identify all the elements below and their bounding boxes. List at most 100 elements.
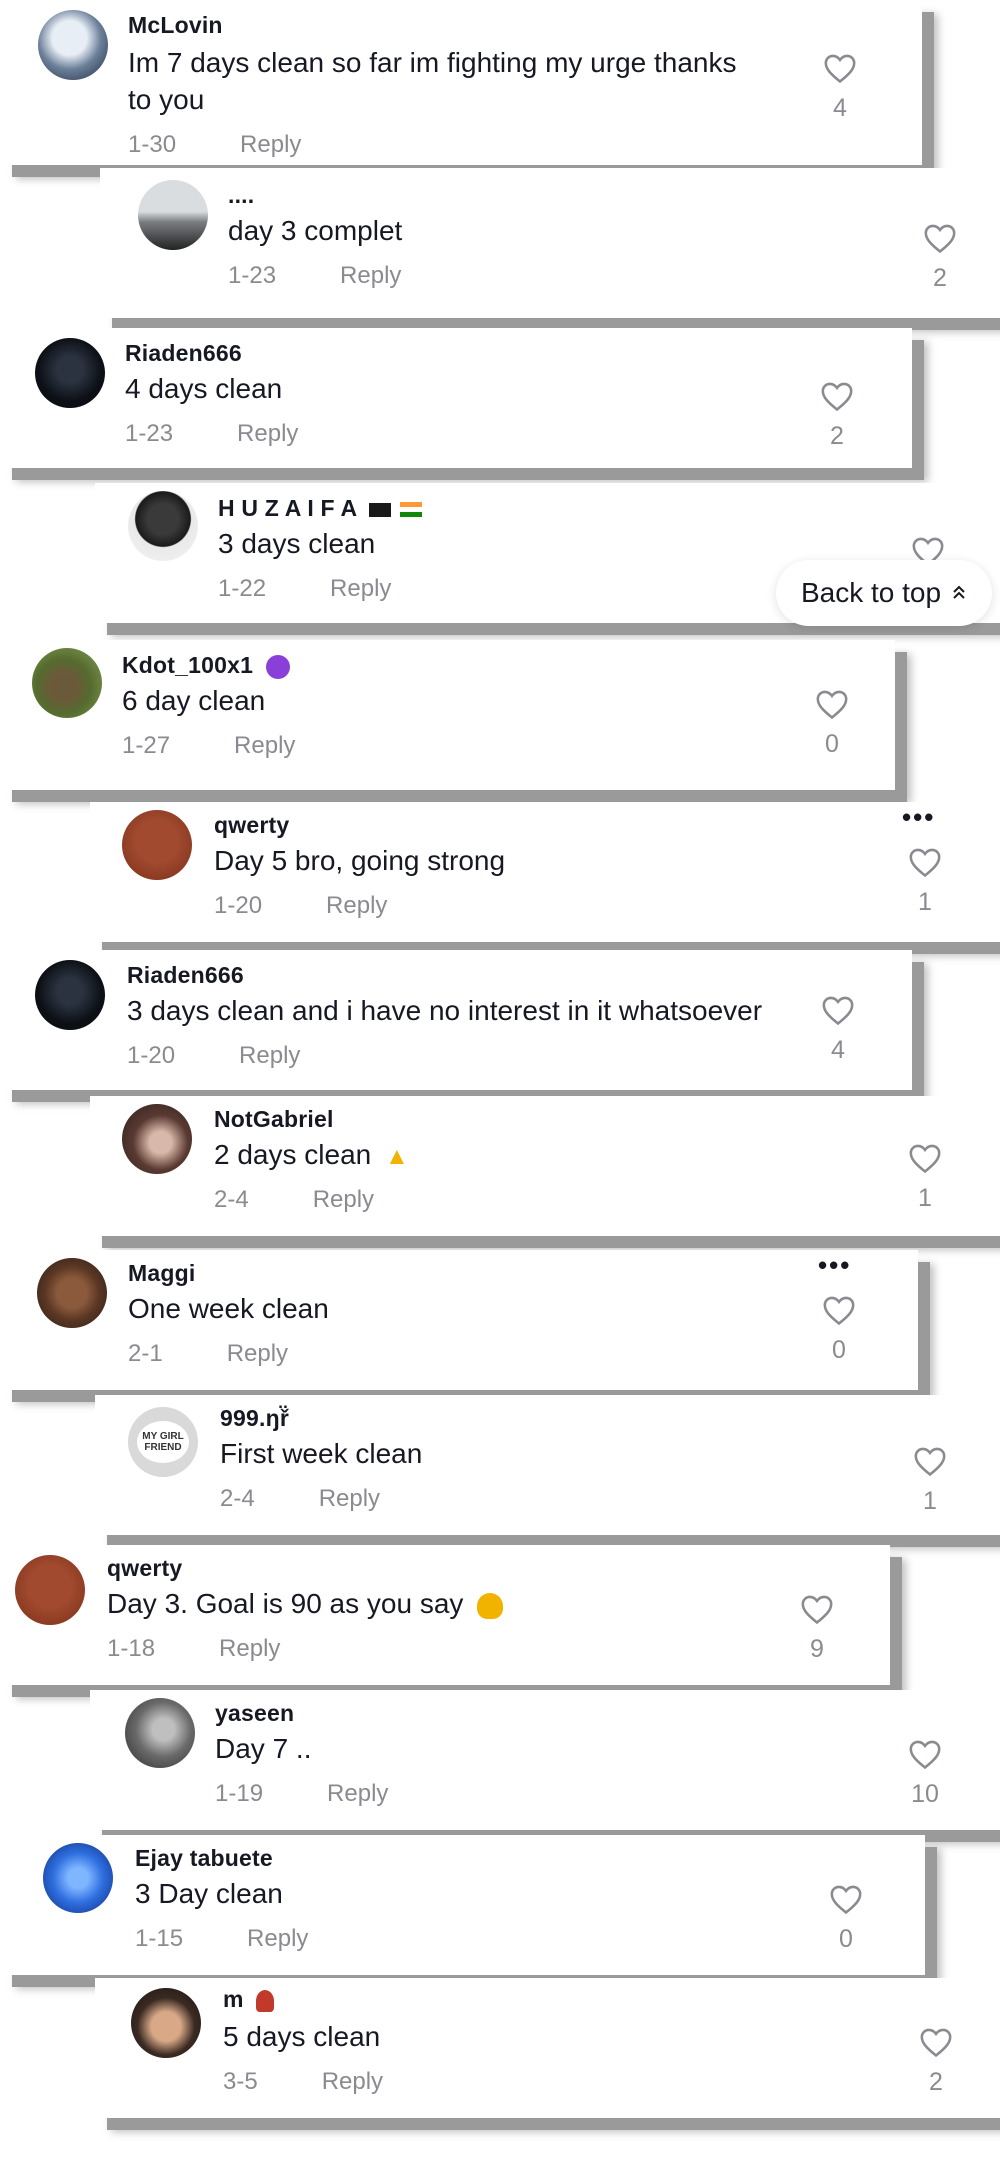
comment-username[interactable]: qwerty: [214, 812, 289, 839]
like-area[interactable]: 10: [902, 1738, 948, 1809]
like-area[interactable]: 9: [794, 1593, 840, 1664]
heart-icon[interactable]: [919, 2026, 953, 2058]
back-to-top-button[interactable]: Back to top: [776, 560, 992, 626]
comment-username[interactable]: Riaden666: [127, 962, 244, 989]
heart-icon[interactable]: [908, 846, 942, 878]
heart-icon[interactable]: [913, 1445, 947, 1477]
comment-meta: 1-20 Reply: [214, 892, 387, 920]
comment-text: Day 5 bro, going strong: [214, 845, 506, 876]
comment-username[interactable]: Ejay tabuete: [135, 1845, 273, 1872]
heart-icon[interactable]: [822, 1294, 856, 1326]
avatar[interactable]: [122, 810, 192, 880]
reply-button[interactable]: Reply: [239, 1042, 300, 1069]
more-options-icon[interactable]: •••: [818, 1250, 851, 1281]
thumbs-up-icon: ▲: [385, 1143, 409, 1171]
comment-date: 1-15: [135, 1925, 184, 1952]
like-area[interactable]: 0: [823, 1883, 869, 1954]
avatar[interactable]: [15, 1555, 85, 1625]
reply-button[interactable]: Reply: [247, 1925, 308, 1952]
like-area[interactable]: 1: [902, 846, 948, 917]
like-count: 0: [839, 1925, 853, 1953]
comment-username[interactable]: Kdot_100x1: [122, 652, 290, 679]
more-options-icon[interactable]: •••: [902, 802, 935, 833]
avatar[interactable]: [131, 1988, 201, 2058]
comment-username[interactable]: ....: [228, 182, 254, 209]
comment-meta: 1-23 Reply: [228, 262, 401, 290]
comment-username[interactable]: Riaden666: [125, 340, 242, 367]
reply-button[interactable]: Reply: [322, 2068, 383, 2095]
avatar[interactable]: [138, 180, 208, 250]
reply-button[interactable]: Reply: [234, 732, 295, 759]
back-to-top-label: Back to top: [800, 577, 942, 608]
reply-button[interactable]: Reply: [326, 892, 387, 919]
avatar[interactable]: MY GIRL FRIEND: [128, 1407, 198, 1477]
reply-button[interactable]: Reply: [237, 420, 298, 447]
comment-username[interactable]: NotGabriel: [214, 1106, 334, 1133]
comment-meta: 1-22 Reply: [218, 575, 391, 603]
double-chevron-up-icon: [953, 585, 965, 599]
comment-date: 1-19: [215, 1780, 264, 1807]
reply-button[interactable]: Reply: [227, 1340, 288, 1367]
like-area[interactable]: 4: [815, 994, 861, 1065]
comment-text-content: Day 3. Goal is 90 as you say: [107, 1588, 464, 1619]
flag-black-icon: [369, 502, 392, 517]
comment-date: 1-22: [218, 575, 267, 602]
heart-icon[interactable]: [821, 994, 855, 1026]
comment-date: 1-30: [128, 131, 177, 158]
username-text: H U Z A I F A: [218, 495, 357, 521]
like-area[interactable]: 2: [913, 2026, 959, 2097]
comment-username[interactable]: m: [223, 1986, 275, 2013]
avatar[interactable]: [125, 1698, 195, 1768]
comment-card: m 5 days clean 3-5 Reply 2: [95, 1978, 1000, 2118]
comment-username[interactable]: McLovin: [128, 12, 223, 39]
heart-icon[interactable]: [923, 222, 957, 254]
like-area[interactable]: 2: [814, 380, 860, 451]
comment-date: 2-4: [214, 1186, 249, 1213]
comment-date: 1-27: [122, 732, 171, 759]
like-area[interactable]: 0: [809, 688, 855, 759]
reply-button[interactable]: Reply: [240, 131, 301, 158]
heart-icon[interactable]: [815, 688, 849, 720]
like-count: 2: [929, 2068, 943, 2096]
reply-button[interactable]: Reply: [313, 1186, 374, 1213]
reply-button[interactable]: Reply: [319, 1485, 380, 1512]
comment-card: Riaden666 3 days clean and i have no int…: [0, 950, 912, 1090]
like-area[interactable]: 1: [902, 1142, 948, 1213]
like-area[interactable]: 0: [816, 1294, 862, 1365]
like-count: 1: [918, 888, 932, 916]
like-count: 10: [911, 1780, 939, 1808]
heart-icon[interactable]: [908, 1738, 942, 1770]
heart-icon[interactable]: [823, 52, 857, 84]
comment-username[interactable]: Maggi: [128, 1260, 195, 1287]
avatar[interactable]: [128, 491, 198, 561]
avatar[interactable]: [35, 960, 105, 1030]
avatar[interactable]: [38, 10, 108, 80]
reply-button[interactable]: Reply: [330, 575, 391, 602]
like-area[interactable]: 2: [917, 222, 963, 293]
like-area[interactable]: 4: [817, 52, 863, 123]
comment-card: yaseen Day 7 .. 1-19 Reply 10: [90, 1690, 1000, 1830]
like-count: 0: [825, 730, 839, 758]
avatar[interactable]: [32, 648, 102, 718]
comment-text: 3 days clean: [218, 528, 376, 559]
reply-button[interactable]: Reply: [219, 1635, 280, 1662]
heart-icon[interactable]: [908, 1142, 942, 1174]
comment-username[interactable]: qwerty: [107, 1555, 182, 1582]
avatar[interactable]: [43, 1843, 113, 1913]
comment-username[interactable]: 999.ŋř̈: [220, 1405, 289, 1432]
avatar[interactable]: [122, 1104, 192, 1174]
reply-button[interactable]: Reply: [327, 1780, 388, 1807]
comment-meta: 1-23 Reply: [125, 420, 298, 448]
reply-button[interactable]: Reply: [340, 262, 401, 289]
comment-meta: 3-5 Reply: [223, 2068, 383, 2096]
comment-username[interactable]: yaseen: [215, 1700, 294, 1727]
like-area[interactable]: 1: [907, 1445, 953, 1516]
heart-icon[interactable]: [800, 1593, 834, 1625]
comment-username[interactable]: H U Z A I F A: [218, 495, 422, 522]
avatar[interactable]: [37, 1258, 107, 1328]
like-count: 2: [830, 422, 844, 450]
comment-date: 1-23: [228, 262, 277, 289]
heart-icon[interactable]: [820, 380, 854, 412]
heart-icon[interactable]: [829, 1883, 863, 1915]
avatar[interactable]: [35, 338, 105, 408]
